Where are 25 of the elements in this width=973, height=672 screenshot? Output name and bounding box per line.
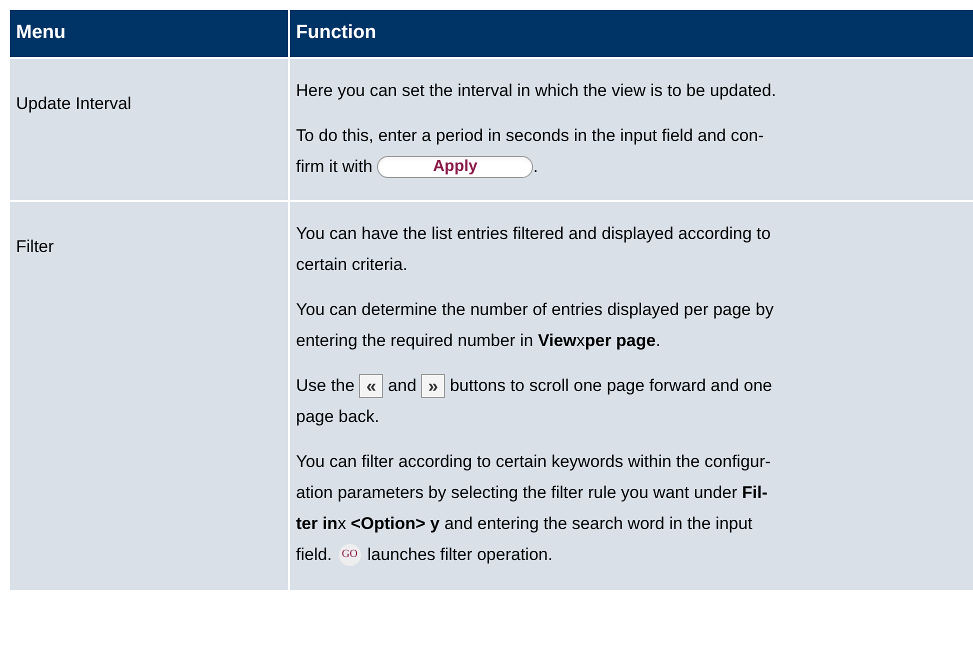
page-button[interactable]: «	[359, 374, 384, 398]
page-button[interactable]: »	[421, 374, 446, 398]
paragraph-text: You can determine the number of entries displayed per page by	[296, 298, 774, 321]
paragraph-text: launches filter operation.	[366, 544, 553, 566]
paragraph-text: and	[387, 374, 418, 397]
paragraph-text: ation parameters by selecting the filter rule you want under Fil-	[296, 482, 768, 504]
paragraph-text: field.	[296, 544, 333, 566]
paragraph-text: ter inx <Option> y and entering the search word in the input	[296, 512, 752, 535]
paragraph-text: You can filter according to certain keywords within the configur-	[296, 450, 771, 473]
apply-button[interactable]: Apply	[377, 156, 534, 178]
go-button[interactable]: GO	[338, 544, 361, 566]
paragraph-text: certain criteria.	[296, 254, 408, 276]
paragraph-text: Here you can set the interval in which the view is to be updated.	[296, 80, 776, 102]
menu-label: Filter	[16, 237, 54, 256]
paragraph-text: firm it with	[296, 156, 374, 178]
menu-label: Update Interval	[16, 94, 132, 113]
paragraph-text: buttons to scroll one page forward and one	[448, 374, 772, 397]
paragraph-text: entering the required number in Viewxper page.	[296, 330, 660, 352]
column-header: Function	[290, 10, 973, 57]
paragraph-text: To do this, enter a period in seconds in the input field and con-	[296, 124, 764, 147]
paragraph-text: page back.	[296, 406, 380, 428]
paragraph-text: Use the	[296, 374, 356, 397]
paragraph-text: .	[533, 156, 538, 178]
paragraph-text: You can have the list entries filtered and displayed according to	[296, 222, 771, 245]
column-header: Menu	[10, 10, 288, 57]
